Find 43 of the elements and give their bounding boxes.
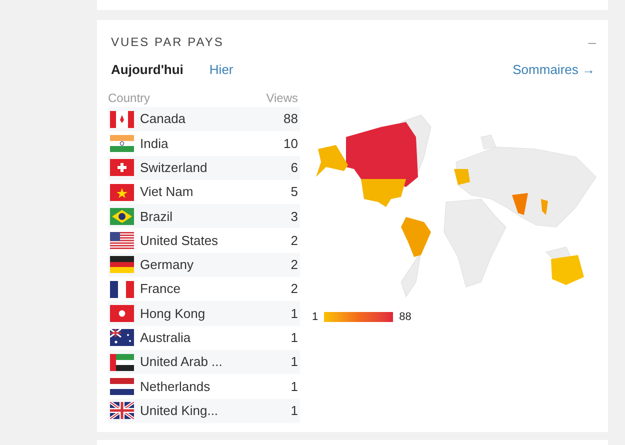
- country-name: Brazil: [140, 208, 174, 226]
- period-tab[interactable]: Aujourd'hui: [111, 60, 184, 80]
- view-count: 6: [290, 158, 298, 177]
- view-count: 2: [290, 256, 298, 274]
- column-header: Views: [266, 90, 298, 107]
- flag-icon: [110, 134, 134, 152]
- view-count: 1: [290, 402, 298, 420]
- summaries-link[interactable]: Sommaires →: [512, 60, 595, 80]
- flag-icon: [110, 232, 134, 250]
- flag-icon: [110, 184, 134, 201]
- view-count: 2: [290, 232, 298, 250]
- view-count: 1: [290, 378, 298, 396]
- country-name: Germany: [140, 256, 194, 274]
- view-count: 1: [290, 304, 298, 323]
- period-tab[interactable]: Hier: [209, 60, 234, 80]
- country-name: France: [140, 280, 182, 298]
- flag-icon: [110, 378, 134, 395]
- flag-icon: [110, 208, 134, 225]
- country-name: United Arab ...: [140, 353, 224, 372]
- column-header: Country: [108, 90, 150, 107]
- country-name: Canada: [140, 110, 187, 128]
- legend-min: 1: [312, 310, 318, 325]
- country-name: Netherlands: [140, 378, 212, 396]
- country-name: Australia: [140, 329, 192, 348]
- panel-title: VUES PAR PAYS: [111, 34, 224, 51]
- country-name: United King...: [140, 402, 220, 420]
- country-name: Switzerland: [140, 158, 208, 177]
- view-count: 10: [284, 134, 298, 153]
- color-scale-bar: [324, 312, 394, 322]
- view-count: 1: [290, 353, 298, 372]
- legend-max: 88: [399, 310, 412, 325]
- country-name: India: [140, 134, 170, 153]
- country-name: Hong Kong: [140, 304, 206, 323]
- flag-icon: [110, 280, 134, 298]
- country-name: United States: [140, 232, 220, 250]
- view-count: 88: [284, 110, 298, 128]
- view-count: 2: [290, 280, 298, 298]
- collapse-button[interactable]: –: [588, 35, 596, 49]
- country-name: Viet Nam: [140, 183, 194, 202]
- view-count: 1: [290, 329, 298, 348]
- flag-icon: [110, 256, 134, 274]
- view-count: 3: [290, 208, 298, 226]
- view-count: 5: [290, 183, 298, 202]
